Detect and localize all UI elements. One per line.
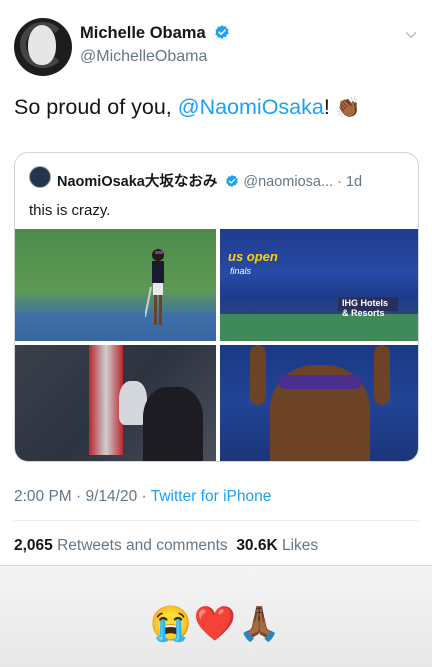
verified-badge-icon [226,174,239,188]
quoted-author-handle: @naomiosa... [243,174,334,190]
player-figure [145,249,164,325]
quoted-tweet[interactable]: NaomiOsaka大坂なおみ @naomiosa... · 1d this i… [14,152,419,462]
author-handle[interactable]: @MichelleObama [80,48,230,66]
quoted-author-avatar [29,166,51,188]
finals-text: finals [230,266,252,276]
author-name[interactable]: Michelle Obama [80,24,206,43]
tweet-stats: 2,065 Retweets and comments 30.6K Likes [14,537,318,555]
tweet-text-prefix: So proud of you, [14,95,178,119]
quoted-tweet-time: · 1d [333,174,363,190]
tweet-source-link[interactable]: Twitter for iPhone [151,488,272,505]
author-info: Michelle Obama @MichelleObama [80,24,230,66]
chevron-down-icon[interactable] [404,28,418,42]
likes-count: 30.6K [236,537,278,554]
likes-stat[interactable]: 30.6K Likes [236,537,318,554]
flag [89,345,123,455]
court-surface [220,314,418,341]
raised-arm [374,345,390,405]
tweet-timestamp: 2:00 PM · 9/14/20 · [14,488,151,505]
likes-label: Likes [277,537,319,554]
visor [278,375,362,389]
divider [14,520,418,521]
tweet-card: Michelle Obama @MichelleObama So proud o… [0,0,432,565]
photo-us-open-court[interactable]: us open finals IHG Hotels & Resorts [220,229,418,341]
reaction-emojis: 😭❤️🙏🏾 [149,605,283,643]
quoted-tweet-header: NaomiOsaka大坂なおみ @naomiosa... · 1d [57,170,362,191]
avatar-face [28,25,56,65]
photo-celebration[interactable] [220,345,418,461]
tweet-text-suffix: ! [323,95,336,119]
author-avatar[interactable] [14,18,72,76]
raised-arm [250,345,266,405]
tweet-metadata: 2:00 PM · 9/14/20 · Twitter for iPhone [14,488,271,506]
tweet-text: So proud of you, @NaomiOsaka! 👏🏾 [14,95,361,120]
player-figure [143,387,203,461]
retweets-count: 2,065 [14,537,53,554]
retweets-label: Retweets and comments [52,537,228,554]
verified-badge-icon [215,25,229,39]
quoted-tweet-text: this is crazy. [29,202,111,219]
quoted-author-name: NaomiOsaka大坂なおみ [57,174,218,190]
sponsor-board: IHG Hotels & Resorts [338,297,398,318]
us-open-logo-text: us open [228,249,278,264]
photo-player-on-court[interactable] [15,229,216,341]
story-reactions-bar: 😭❤️🙏🏾 [0,565,432,667]
clap-emoji: 👏🏾 [335,97,361,119]
retweets-stat[interactable]: 2,065 Retweets and comments [14,537,228,554]
photo-trophy-kiss[interactable] [15,345,216,461]
mention-link[interactable]: @NaomiOsaka [178,95,324,119]
